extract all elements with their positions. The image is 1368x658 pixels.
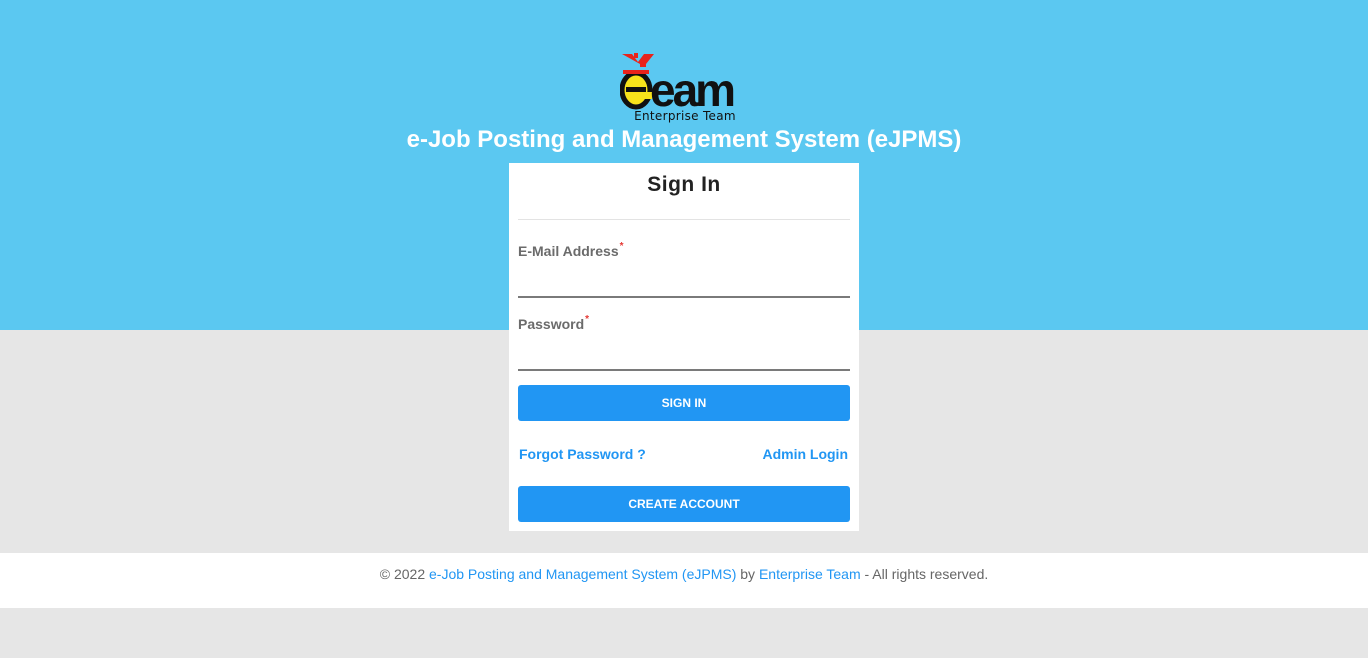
admin-login-link[interactable]: Admin Login bbox=[762, 446, 848, 462]
email-field[interactable] bbox=[518, 270, 850, 298]
create-account-button[interactable]: CREATE ACCOUNT bbox=[518, 486, 850, 522]
sign-in-button[interactable]: SIGN IN bbox=[518, 385, 850, 421]
enterprise-team-link[interactable]: Enterprise Team bbox=[759, 566, 861, 582]
password-label-text: Password bbox=[518, 316, 585, 332]
by-text: by bbox=[740, 566, 756, 582]
required-marker: * bbox=[585, 314, 590, 325]
system-link[interactable]: e-Job Posting and Management System (eJP… bbox=[429, 566, 736, 582]
forgot-password-link[interactable]: Forgot Password ? bbox=[519, 446, 646, 462]
footer: © 2022 e-Job Posting and Management Syst… bbox=[0, 553, 1368, 608]
email-label-text: E-Mail Address bbox=[518, 243, 619, 259]
sign-in-card: Sign In E-Mail Address* Password* SIGN I… bbox=[509, 163, 859, 531]
sign-in-title: Sign In bbox=[647, 173, 721, 196]
app-title: e-Job Posting and Management System (eJP… bbox=[406, 126, 962, 153]
password-field[interactable] bbox=[518, 343, 850, 371]
copyright-text: © 2022 e-Job Posting and Management Syst… bbox=[0, 566, 1368, 582]
password-label: Password* bbox=[518, 314, 590, 332]
rights-text: - All rights reserved. bbox=[864, 566, 989, 582]
required-marker: * bbox=[619, 241, 624, 252]
copyright-prefix: © 2022 bbox=[379, 566, 426, 582]
card-divider bbox=[518, 219, 850, 220]
logo-subtitle: Enterprise Team bbox=[634, 109, 736, 123]
email-label: E-Mail Address* bbox=[518, 241, 624, 259]
